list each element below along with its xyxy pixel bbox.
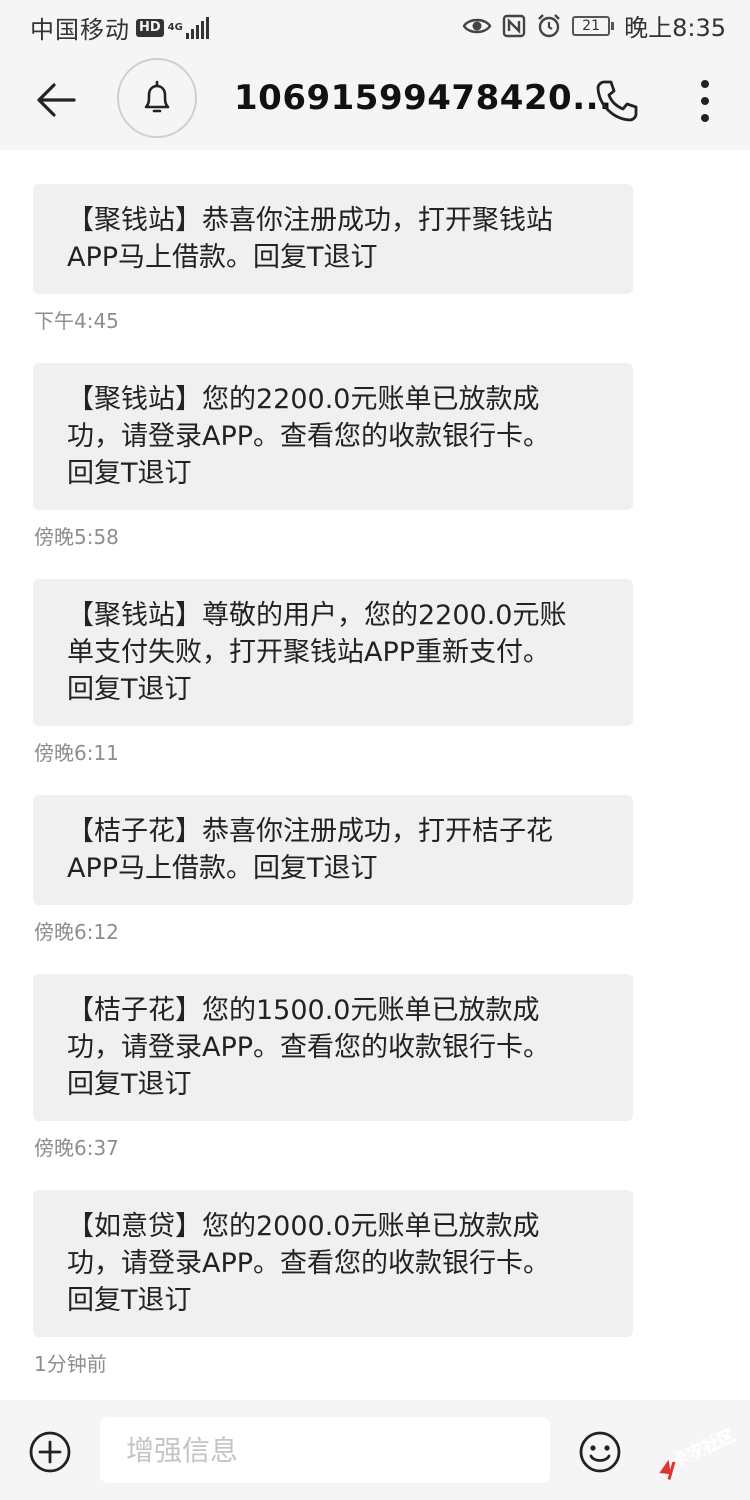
message-line: 单支付失败，打开聚钱站APP重新支付。: [67, 637, 551, 668]
message-time: 傍晚6:11: [34, 741, 119, 765]
status-time: 晚上8:35: [624, 14, 726, 42]
status-indicators: 21 晚上8:35: [452, 8, 726, 43]
composer-bar: [0, 1400, 750, 1500]
message-line: 功，请登录APP。查看您的收款银行卡。: [67, 421, 551, 452]
message-bubble[interactable]: 【聚钱站】尊敬的用户，您的2200.0元账 单支付失败，打开聚钱站APP重新支付…: [33, 579, 633, 726]
message-bubble[interactable]: 【聚钱站】您的2200.0元账单已放款成 功，请登录APP。查看您的收款银行卡。…: [33, 363, 633, 510]
hd-badge: HD: [136, 18, 164, 37]
alarm-icon: [538, 13, 560, 37]
status-bar: 中国移动 HD 4G 21 晚上8:35: [0, 0, 750, 52]
message-bubble[interactable]: 【桔子花】恭喜你注册成功，打开桔子花 APP马上借款。回复T退订: [33, 795, 633, 905]
message-line: 【聚钱站】您的2200.0元账单已放款成: [67, 384, 540, 415]
message-bubble[interactable]: 【如意贷】您的2000.0元账单已放款成 功，请登录APP。查看您的收款银行卡。…: [33, 1190, 633, 1337]
message-line: 功，请登录APP。查看您的收款银行卡。: [67, 1248, 551, 1279]
conversation-header: 10691599478420...: [0, 52, 750, 150]
message-line: APP马上借款。回复T退订: [67, 853, 378, 884]
emoji-icon: [579, 1431, 621, 1473]
message-time: 傍晚5:58: [34, 525, 119, 549]
emoji-button[interactable]: [578, 1430, 622, 1474]
bell-icon: [144, 80, 170, 113]
call-button[interactable]: [594, 78, 640, 124]
contact-number[interactable]: 10691599478420...: [234, 78, 612, 118]
network-type: 4G: [167, 21, 183, 33]
eye-icon: [462, 18, 492, 33]
svg-text:卡农社区: 卡农社区: [668, 1425, 739, 1473]
more-vertical-icon: [701, 80, 709, 122]
back-button[interactable]: [32, 76, 80, 124]
message-input[interactable]: [100, 1417, 550, 1483]
message-line: 回复T退订: [67, 1285, 192, 1316]
message-line: 回复T退订: [67, 674, 192, 705]
add-attachment-button[interactable]: [28, 1430, 72, 1474]
carrier-name: 中国移动: [30, 16, 130, 44]
message-line: 【聚钱站】尊敬的用户，您的2200.0元账: [67, 600, 567, 631]
battery-icon: 21: [572, 15, 615, 36]
message-line: 【如意贷】您的2000.0元账单已放款成: [67, 1211, 540, 1242]
message-line: APP马上借款。回复T退订: [67, 242, 378, 273]
battery-level: 21: [582, 17, 600, 34]
watermark-logo: 卡农社区: [659, 1425, 739, 1480]
signal-icon: [184, 16, 209, 39]
message-line: 【聚钱站】恭喜你注册成功，打开聚钱站: [67, 205, 553, 236]
message-line: 【桔子花】您的1500.0元账单已放款成: [67, 995, 540, 1026]
carrier-info: 中国移动 HD 4G: [30, 10, 209, 45]
contact-avatar[interactable]: [117, 58, 197, 138]
nfc-icon: [502, 14, 526, 37]
add-circle-icon: [29, 1431, 71, 1473]
message-time: 下午4:45: [34, 309, 119, 333]
message-time: 傍晚6:37: [34, 1136, 119, 1160]
more-options-button[interactable]: [690, 76, 720, 126]
message-time: 1分钟前: [34, 1352, 107, 1376]
phone-icon: [596, 80, 638, 122]
message-line: 回复T退订: [67, 458, 192, 489]
message-bubble[interactable]: 【聚钱站】恭喜你注册成功，打开聚钱站 APP马上借款。回复T退订: [33, 184, 633, 294]
message-time: 傍晚6:12: [34, 920, 119, 944]
message-bubble[interactable]: 【桔子花】您的1500.0元账单已放款成 功，请登录APP。查看您的收款银行卡。…: [33, 974, 633, 1121]
back-arrow-icon: [37, 83, 76, 117]
message-line: 【桔子花】恭喜你注册成功，打开桔子花: [67, 816, 553, 847]
message-line: 回复T退订: [67, 1069, 192, 1100]
message-line: 功，请登录APP。查看您的收款银行卡。: [67, 1032, 551, 1063]
